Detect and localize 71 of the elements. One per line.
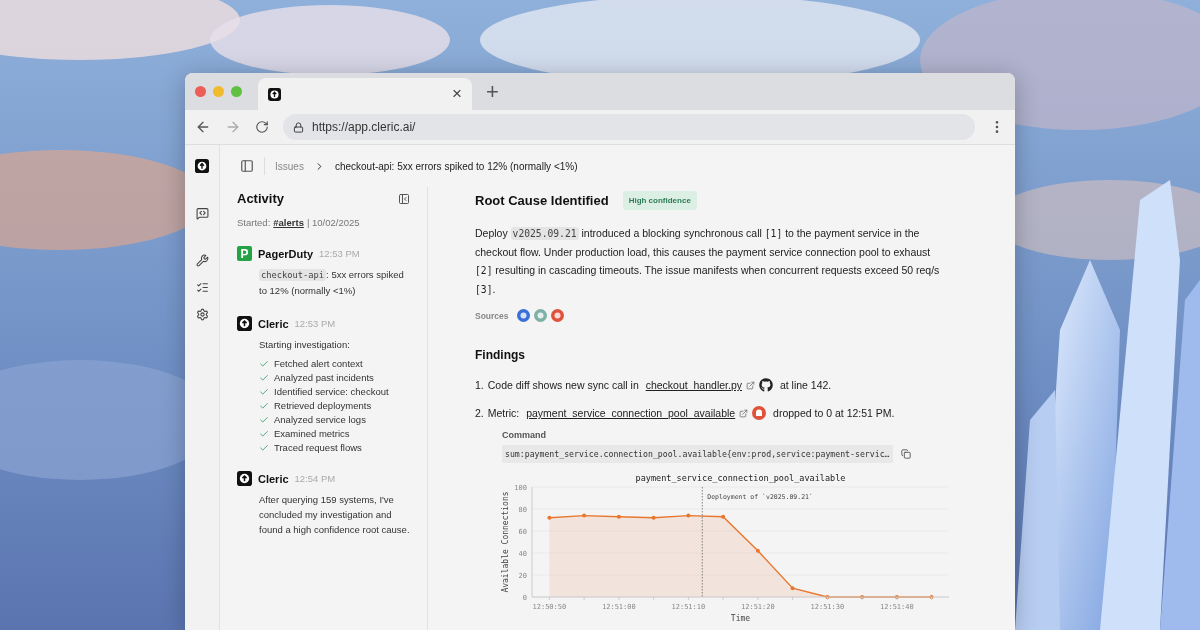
logo-icon — [237, 316, 252, 331]
author-name: Cleric — [258, 472, 289, 485]
source-icon[interactable] — [550, 309, 564, 322]
step-label: Retrieved deployments — [274, 400, 372, 411]
step-label: Analyzed service logs — [274, 414, 366, 425]
step-label: Examined metrics — [274, 428, 350, 439]
message-text: Starting investigation: — [258, 338, 351, 352]
alert-source-icon[interactable] — [752, 406, 767, 420]
message-time: 12:53 PM — [319, 248, 360, 259]
step-label: Fetched alert context — [274, 358, 363, 369]
command-label: Command — [502, 430, 547, 440]
external-link-icon[interactable] — [739, 408, 749, 418]
data-point — [929, 595, 934, 599]
root-cause-paragraph: Deploy v2025.09.21 introduced a blocking synchronous call [1] to the payment service in the checkout flow. Under production load, this causes the payment service connection pool to exhaust [2] resulting in cascading timeouts. The issue manifests when concurrent requests exceed 50 req/s [3]. — [475, 226, 941, 297]
breadcrumb-current: checkout-api: 5xx errors spiked to 12% (normally <1%) — [334, 160, 578, 172]
channel-link[interactable]: #alerts — [273, 217, 304, 228]
logo-icon — [195, 159, 209, 173]
message-text: checkout-api : 5xx errors spiked to 12% (normally <1%) — [258, 268, 405, 298]
source-icon[interactable] — [516, 309, 530, 322]
file-link[interactable]: checkout_handler.py — [645, 379, 742, 391]
data-point — [825, 595, 830, 599]
wrench-icon[interactable] — [195, 254, 209, 267]
copy-icon[interactable] — [900, 449, 911, 459]
settings-icon[interactable] — [195, 308, 209, 321]
started-date: | 10/02/2025 — [306, 217, 360, 228]
collapse-panel-icon[interactable] — [398, 192, 410, 205]
sources-label: Sources — [475, 310, 509, 321]
finding-text: at line 142. — [778, 379, 832, 391]
section-title: Findings — [475, 348, 526, 362]
author-name: Cleric — [258, 317, 289, 330]
new-tab-button[interactable]: + — [486, 78, 499, 105]
data-point — [894, 595, 899, 599]
panel-title: Activity — [237, 191, 284, 206]
external-link-icon[interactable] — [746, 380, 755, 390]
chat-icon[interactable] — [195, 207, 209, 220]
address-field[interactable]: https://app.cleric.ai/ — [283, 114, 975, 140]
sidebar-toggle-icon[interactable] — [240, 159, 254, 173]
step-label: Traced request flows — [274, 442, 362, 453]
pagerduty-avatar: P — [237, 246, 252, 261]
command-text: sum:payment_service.connection_pool.available{env:prod,service:payment-servic… — [502, 445, 893, 463]
step-label: Identified service: checkout — [274, 386, 389, 397]
author-name: PagerDuty — [258, 247, 314, 260]
checklist-icon[interactable] — [195, 281, 209, 294]
reload-icon[interactable] — [255, 120, 269, 134]
message-time: 12:53 PM — [294, 318, 336, 329]
back-icon[interactable] — [195, 119, 211, 135]
started-label: Started: — [237, 217, 271, 228]
y-axis-title: Available Connections — [501, 491, 510, 593]
data-point — [790, 586, 795, 591]
message-time: 12:54 PM — [294, 473, 336, 484]
confidence-badge: High confidence — [622, 191, 697, 210]
x-axis-title: Time — [730, 614, 751, 623]
section-title: Root Cause Identified — [475, 193, 609, 208]
logo-icon — [237, 471, 252, 486]
message-text: After querying 159 systems, I've concluded my investigation and found a high confidence root cause. — [258, 493, 410, 537]
data-point — [755, 548, 760, 553]
close-window-button[interactable] — [195, 86, 206, 97]
file-link[interactable]: payment_service_connection_pool_available — [526, 407, 736, 419]
close-tab-button[interactable]: × — [452, 84, 462, 104]
finding-number: 1. — [475, 379, 484, 391]
data-point — [860, 595, 865, 599]
finding-text: Code diff shows new sync call in — [487, 379, 640, 391]
logo-icon — [268, 87, 281, 101]
chart-title: payment_service_connection_pool_available — [635, 473, 846, 483]
lock-icon — [293, 121, 304, 133]
browser-tab[interactable]: × — [258, 78, 472, 110]
github-icon[interactable] — [759, 378, 773, 392]
finding-text: Metric: — [487, 407, 521, 419]
finding-number: 2. — [475, 407, 484, 419]
finding-text: dropped to 0 at 12:51 PM. — [772, 407, 895, 419]
step-label: Analyzed past incidents — [274, 372, 374, 383]
